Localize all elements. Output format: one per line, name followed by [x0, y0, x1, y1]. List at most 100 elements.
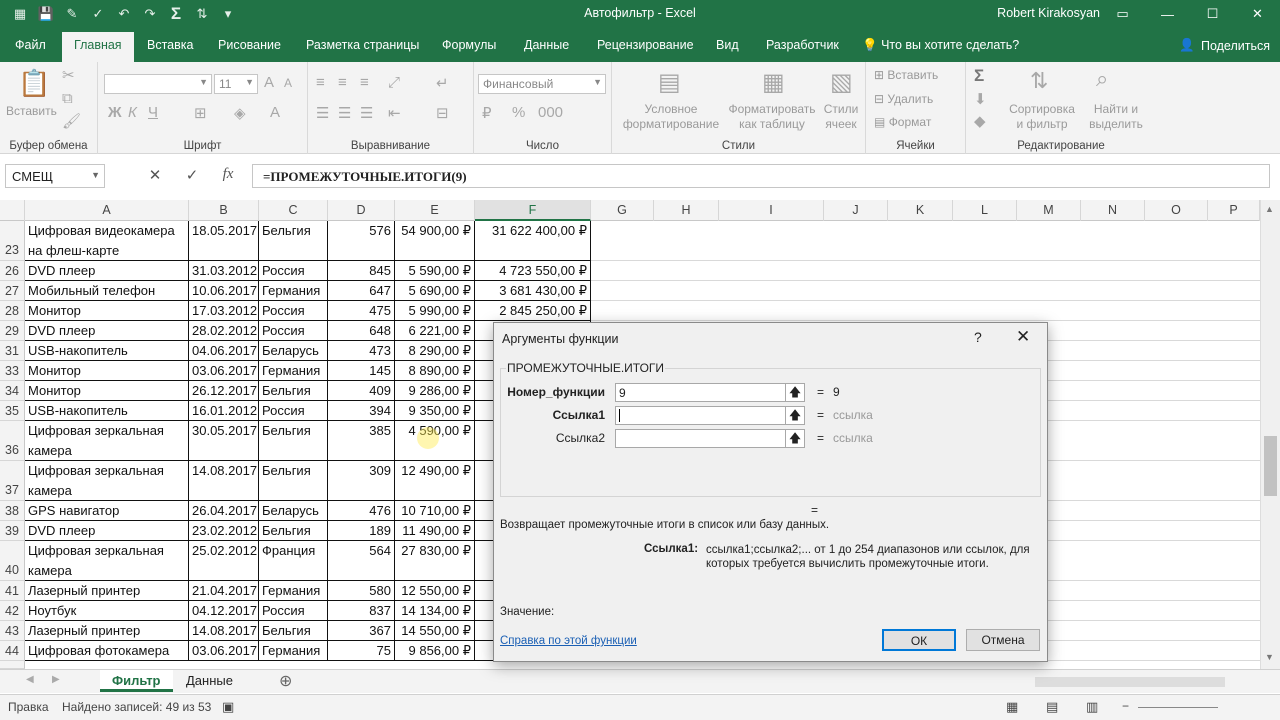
format-painter-icon[interactable]: 🖌: [62, 112, 81, 130]
tab-file[interactable]: Файл: [15, 38, 46, 52]
indent-icon[interactable]: ⇤: [388, 104, 401, 122]
cell-c[interactable]: Бельгия: [259, 461, 328, 501]
cell-c[interactable]: Бельгия: [259, 381, 328, 401]
column-header-b[interactable]: B: [189, 200, 259, 221]
cell-b[interactable]: 03.06.2017: [189, 361, 259, 381]
column-header-d[interactable]: D: [328, 200, 395, 221]
cell-b[interactable]: 18.05.2017: [189, 221, 259, 261]
column-header-m[interactable]: M: [1017, 200, 1081, 221]
column-header-h[interactable]: H: [654, 200, 719, 221]
close-icon[interactable]: ✕: [1016, 327, 1030, 347]
cell-a[interactable]: GPS навигатор: [25, 501, 189, 521]
help-icon[interactable]: ?: [974, 329, 982, 345]
arg-input-ref1[interactable]: [615, 406, 787, 425]
sheet-tab-filter[interactable]: Фильтр: [100, 670, 173, 692]
column-header-a[interactable]: A: [25, 200, 189, 221]
column-header-f[interactable]: F: [475, 200, 591, 221]
empty-cells[interactable]: [591, 301, 1260, 321]
align-top-icon[interactable]: ≡: [316, 74, 325, 91]
collapse-dialog-icon[interactable]: 🡅: [785, 383, 805, 402]
column-header-n[interactable]: N: [1081, 200, 1145, 221]
cancel-icon[interactable]: ✕: [141, 166, 169, 186]
cell-b[interactable]: 04.06.2017: [189, 341, 259, 361]
empty-cells[interactable]: [591, 281, 1260, 301]
font-color-icon[interactable]: A: [270, 104, 280, 121]
italic-icon[interactable]: К: [128, 104, 137, 121]
share-button[interactable]: 👤 Поделиться: [1179, 38, 1270, 53]
cell-c[interactable]: Россия: [259, 601, 328, 621]
row-header[interactable]: 41: [0, 581, 25, 601]
row-header[interactable]: 27: [0, 281, 25, 301]
cell-d[interactable]: 837: [328, 601, 395, 621]
cell-c[interactable]: Германия: [259, 281, 328, 301]
cell-b[interactable]: 14.08.2017: [189, 461, 259, 501]
row-header[interactable]: [0, 661, 25, 669]
find-select-button[interactable]: Найти и выделить: [1080, 102, 1152, 132]
cell-b[interactable]: 26.04.2017: [189, 501, 259, 521]
tab-page-layout[interactable]: Разметка страницы: [306, 38, 419, 52]
cell-e[interactable]: 8 890,00 ₽: [395, 361, 475, 381]
cell-a[interactable]: DVD плеер: [25, 321, 189, 341]
cell-a[interactable]: Монитор: [25, 361, 189, 381]
maximize-icon[interactable]: ☐: [1190, 0, 1235, 28]
cell-d[interactable]: 367: [328, 621, 395, 641]
cell-d[interactable]: 189: [328, 521, 395, 541]
currency-icon[interactable]: ₽: [482, 104, 492, 122]
tab-developer[interactable]: Разработчик: [766, 38, 839, 52]
cell-e[interactable]: 10 710,00 ₽: [395, 501, 475, 521]
tab-formulas[interactable]: Формулы: [442, 38, 496, 52]
enter-icon[interactable]: ✓: [178, 166, 206, 186]
column-header-o[interactable]: O: [1145, 200, 1208, 221]
orientation-icon[interactable]: ⤢: [388, 74, 400, 91]
name-box[interactable]: СМЕЩ ▼: [5, 164, 105, 188]
cell-a[interactable]: USB-накопитель: [25, 401, 189, 421]
cell-d[interactable]: 473: [328, 341, 395, 361]
align-bottom-icon[interactable]: ≡: [360, 74, 369, 91]
merge-icon[interactable]: ⊟: [436, 104, 449, 122]
column-header-l[interactable]: L: [953, 200, 1017, 221]
row-header[interactable]: 23: [0, 221, 25, 261]
cell-f[interactable]: 4 723 550,00 ₽: [475, 261, 591, 281]
cell-b[interactable]: 25.02.2012: [189, 541, 259, 581]
row-header[interactable]: 34: [0, 381, 25, 401]
cell-e[interactable]: 5 590,00 ₽: [395, 261, 475, 281]
comma-icon[interactable]: 000: [538, 104, 563, 121]
cell-e[interactable]: 6 221,00 ₽: [395, 321, 475, 341]
cell-c[interactable]: Беларусь: [259, 341, 328, 361]
conditional-format-button[interactable]: Условное форматирование: [616, 102, 726, 132]
format-cells-button[interactable]: ▤ Формат: [874, 115, 931, 130]
cell-c[interactable]: Германия: [259, 581, 328, 601]
horizontal-scrollbar[interactable]: [1035, 677, 1225, 687]
shrink-font-icon[interactable]: A: [284, 76, 292, 90]
cell-b[interactable]: 21.04.2017: [189, 581, 259, 601]
cell-c[interactable]: Бельгия: [259, 621, 328, 641]
column-header-i[interactable]: I: [719, 200, 824, 221]
empty-cells[interactable]: [591, 221, 1260, 261]
copy-icon[interactable]: ⧉: [62, 90, 73, 107]
tab-draw[interactable]: Рисование: [218, 38, 281, 52]
next-sheet-icon[interactable]: ▶: [52, 674, 60, 685]
cell-c[interactable]: Россия: [259, 261, 328, 281]
row-header[interactable]: 40: [0, 541, 25, 581]
cell-e[interactable]: 5 690,00 ₽: [395, 281, 475, 301]
cell-b[interactable]: 14.08.2017: [189, 621, 259, 641]
clear-icon[interactable]: ◆: [974, 112, 986, 130]
cell-f[interactable]: 31 622 400,00 ₽: [475, 221, 591, 261]
arg-input-number[interactable]: 9: [615, 383, 787, 402]
normal-view-icon[interactable]: ▦: [1006, 699, 1018, 715]
delete-cells-button[interactable]: ⊟ Удалить: [874, 92, 933, 107]
scroll-down-icon[interactable]: ▼: [1265, 652, 1274, 662]
cell-e[interactable]: 8 290,00 ₽: [395, 341, 475, 361]
column-header-k[interactable]: K: [888, 200, 953, 221]
cell-a[interactable]: USB-накопитель: [25, 341, 189, 361]
autosum-icon[interactable]: Σ: [974, 66, 984, 86]
cell-c[interactable]: Германия: [259, 641, 328, 661]
cell-d[interactable]: 475: [328, 301, 395, 321]
cell-a[interactable]: Лазерный принтер: [25, 581, 189, 601]
cell-c[interactable]: Бельгия: [259, 421, 328, 461]
percent-icon[interactable]: %: [512, 104, 525, 121]
help-link[interactable]: Справка по этой функции: [500, 635, 637, 647]
grow-font-icon[interactable]: A: [264, 74, 274, 91]
cell-e[interactable]: 9 856,00 ₽: [395, 641, 475, 661]
format-as-table-button[interactable]: Форматировать как таблицу: [726, 102, 818, 132]
